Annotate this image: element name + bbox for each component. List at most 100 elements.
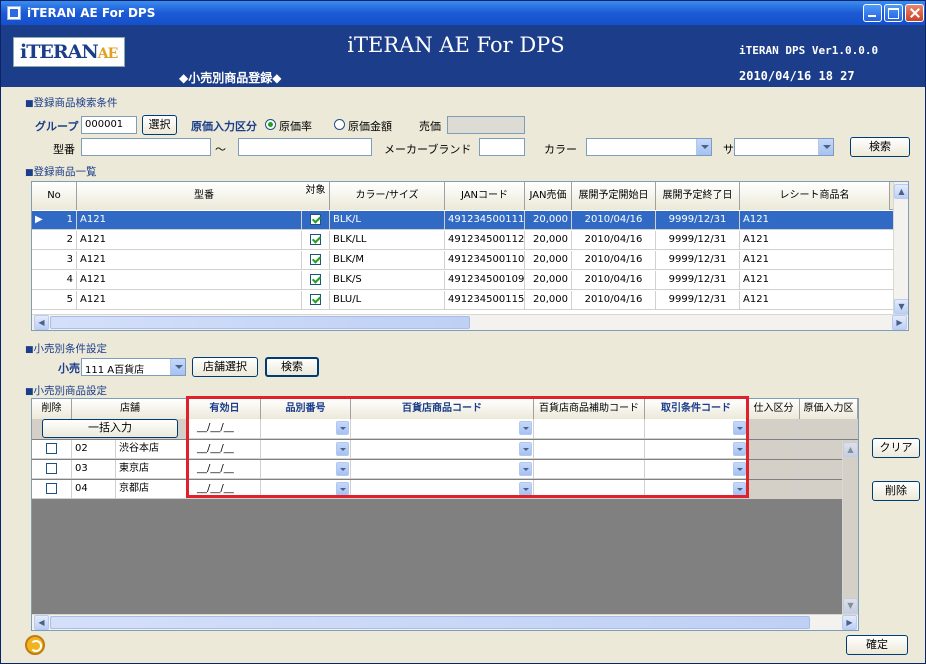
main-window: iTERAN AE For DPS iTERANAE iTERAN AE For…: [0, 0, 926, 664]
color-select[interactable]: [586, 138, 712, 156]
row-pointer-icon: ▶: [35, 214, 43, 225]
target-checkbox[interactable]: [310, 253, 321, 265]
scroll-left-icon[interactable]: ◀: [34, 315, 49, 330]
retailer-cond-title: 小売別条件設定: [25, 341, 108, 356]
size-select[interactable]: [734, 138, 834, 156]
delete-checkbox[interactable]: [46, 482, 57, 494]
radio-cost-rate-label: 原価率: [279, 120, 312, 133]
search-button[interactable]: 検索: [850, 137, 910, 157]
target-checkbox[interactable]: [310, 273, 321, 285]
sell-price-label: 売価: [419, 120, 441, 133]
iteran-logo: iTERANAE: [13, 37, 125, 67]
search-section-title: 登録商品検索条件: [25, 95, 118, 110]
col-store: 店舗: [72, 399, 189, 419]
cell-jan: 4912345001122: [445, 231, 525, 250]
store-code: 03: [72, 460, 116, 479]
screen-title: ◆小売別商品登録◆: [179, 71, 282, 85]
delete-button[interactable]: 削除: [872, 481, 920, 501]
back-icon[interactable]: [25, 635, 45, 655]
cell-end: 9999/12/31: [656, 291, 740, 310]
window-title: iTERAN AE For DPS: [27, 6, 156, 20]
col-jan-price: JAN売価: [525, 182, 572, 210]
group-select-button[interactable]: 選択: [142, 115, 177, 135]
cell-no: 4: [32, 271, 77, 290]
logo-text: iTERAN: [20, 41, 99, 63]
cell-price: 20,000: [525, 271, 572, 290]
cell-model: A121: [77, 271, 302, 290]
logo-ae-text: AE: [97, 46, 119, 62]
confirm-button[interactable]: 確定: [846, 635, 908, 655]
close-button[interactable]: [905, 4, 924, 22]
retailer-search-button[interactable]: 検索: [265, 357, 319, 377]
app-icon: [7, 6, 21, 20]
cell-end: 9999/12/31: [656, 251, 740, 270]
col-target: 対象: [302, 182, 330, 210]
price-input-type-label: 原価入力区分: [191, 120, 257, 133]
group-label: グループ: [35, 120, 79, 133]
store-code: 02: [72, 440, 116, 459]
col-jan: JANコード: [445, 182, 525, 210]
model-from-input[interactable]: [81, 138, 211, 156]
delete-checkbox[interactable]: [46, 462, 57, 474]
table-row[interactable]: 3 A121 BLK/M 4912345001108 20,000 2010/0…: [32, 251, 894, 270]
cell-color-size: BLK/LL: [330, 231, 445, 250]
minimize-button[interactable]: [863, 4, 882, 22]
radio-cost-amount-label: 原価金額: [348, 120, 392, 133]
col-cost-input: 原価入力区: [800, 399, 858, 419]
model-to-input[interactable]: [238, 138, 372, 156]
product-grid-header: No 型番 対象 カラー/サイズ JANコード JAN売価 展開予定開始日 展開…: [32, 182, 908, 210]
product-grid: No 型番 対象 カラー/サイズ JANコード JAN売価 展開予定開始日 展開…: [31, 181, 909, 331]
col-purchase-type: 仕入区分: [748, 399, 800, 419]
scroll-thumb[interactable]: [50, 316, 470, 329]
radio-cost-amount[interactable]: [334, 119, 345, 130]
cell-end: 9999/12/31: [656, 231, 740, 250]
cell-jan: 4912345001108: [445, 251, 525, 270]
store-settings-title: 小売別商品設定: [25, 383, 108, 398]
target-checkbox[interactable]: [310, 213, 321, 225]
scroll-thumb[interactable]: [50, 616, 810, 629]
delete-checkbox[interactable]: [46, 442, 57, 454]
cell-color-size: BLU/L: [330, 291, 445, 310]
table-row[interactable]: 2 A121 BLK/LL 4912345001122 20,000 2010/…: [32, 231, 894, 250]
version-label: iTERAN DPS Ver1.0.0.0: [739, 44, 879, 57]
maker-brand-input[interactable]: [479, 138, 525, 156]
table-row[interactable]: ▶ 1 A121 BLK/L 4912345001115 20,000 2010/…: [32, 211, 894, 230]
maximize-button[interactable]: [884, 4, 903, 22]
scroll-down-icon[interactable]: ▼: [843, 598, 858, 613]
scroll-down-icon[interactable]: ▼: [894, 299, 908, 314]
cell-model: A121: [77, 251, 302, 270]
group-input[interactable]: 000001: [81, 116, 137, 134]
retailer-select[interactable]: 111 A百貨店: [81, 358, 186, 376]
clear-button[interactable]: クリア: [872, 438, 920, 458]
scroll-right-icon[interactable]: ▶: [892, 315, 907, 330]
product-hscrollbar[interactable]: ◀ ▶: [32, 314, 908, 330]
table-row[interactable]: 5 A121 BLU/L 4912345001153 20,000 2010/0…: [32, 291, 894, 310]
store-vscrollbar[interactable]: ▲ ▼: [842, 440, 858, 614]
col-end-date: 展開予定終了日: [656, 182, 740, 210]
scroll-left-icon[interactable]: ◀: [34, 615, 49, 630]
scroll-right-icon[interactable]: ▶: [842, 615, 857, 630]
cell-jan: 4912345001153: [445, 291, 525, 310]
cell-start: 2010/04/16: [572, 251, 656, 270]
cell-model: A121: [77, 231, 302, 250]
chevron-down-icon: [696, 139, 711, 155]
chevron-down-icon: [818, 139, 833, 155]
target-checkbox[interactable]: [310, 293, 321, 305]
scroll-up-icon[interactable]: ▲: [894, 184, 908, 199]
product-vscrollbar[interactable]: ▲ ▼: [893, 182, 908, 314]
radio-cost-rate[interactable]: [265, 119, 276, 130]
datetime-label: 2010/04/16 18 27: [739, 69, 855, 83]
header-banner: iTERANAE iTERAN AE For DPS ◆小売別商品登録◆ iTE…: [1, 25, 925, 87]
bulk-input-button[interactable]: 一括入力: [42, 419, 178, 438]
store-select-button[interactable]: 店舗選択: [192, 357, 258, 377]
cell-model: A121: [77, 211, 302, 230]
cell-model: A121: [77, 291, 302, 310]
cell-receipt: A121: [740, 271, 894, 290]
product-list-title: 登録商品一覧: [25, 164, 97, 179]
cell-receipt: A121: [740, 251, 894, 270]
store-hscrollbar[interactable]: ◀ ▶: [32, 614, 858, 630]
target-checkbox[interactable]: [310, 233, 321, 245]
table-row[interactable]: 4 A121 BLK/S 4912345001092 20,000 2010/0…: [32, 271, 894, 290]
scroll-up-icon[interactable]: ▲: [843, 442, 858, 457]
cell-end: 9999/12/31: [656, 211, 740, 230]
